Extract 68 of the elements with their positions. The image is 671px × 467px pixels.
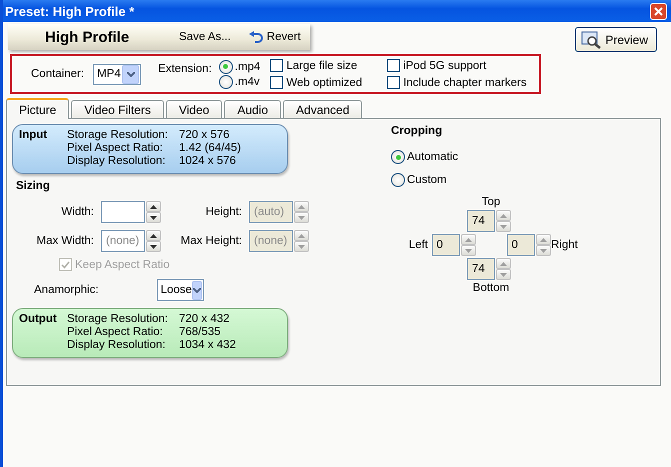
field-label: Height: (204, 206, 242, 218)
undo-arrow-icon (248, 31, 263, 43)
info-value: 1034 x 432 (179, 339, 237, 352)
container-dropdown[interactable]: MP4 (93, 64, 142, 84)
save-as-button[interactable]: Save As... (175, 31, 235, 43)
cropping-radio[interactable] (391, 150, 405, 164)
info-title: Output (19, 313, 58, 326)
info-label: Display Resolution: (67, 155, 166, 168)
close-button[interactable] (650, 2, 667, 20)
extension-radio[interactable] (218, 74, 233, 88)
number-field[interactable]: (none) (101, 230, 145, 252)
field-label: Extension: (158, 63, 212, 75)
radio-label: .mp4 (234, 60, 260, 72)
checkbox-label: Include chapter markers (403, 76, 527, 88)
cropping-radio[interactable] (391, 173, 405, 187)
magnifier-screen-icon (581, 30, 602, 48)
field-label: Width: (60, 206, 94, 218)
info-label: Pixel Aspect Ratio: (67, 326, 164, 339)
info-value: 1024 x 576 (179, 155, 237, 168)
radio-label: Custom (407, 174, 447, 186)
checkbox-label: Large file size (286, 60, 358, 72)
close-icon (654, 6, 663, 16)
spin-buttons[interactable] (146, 230, 161, 252)
info-label: Display Resolution: (67, 339, 166, 352)
section-heading: Sizing (16, 180, 51, 192)
revert-button[interactable]: Revert (244, 31, 305, 43)
info-value: 720 x 432 (179, 313, 231, 326)
number-field[interactable] (101, 201, 145, 223)
field-label: Bottom (472, 282, 510, 294)
tab[interactable]: Video (166, 100, 222, 118)
dropdown-button[interactable] (122, 64, 140, 84)
info-value: 720 x 576 (179, 129, 231, 142)
checkbox-label: Web optimized (286, 76, 362, 88)
caret-icon (126, 72, 135, 76)
field-label: Anamorphic: (34, 284, 99, 296)
checkbox[interactable] (270, 59, 284, 72)
field-label: Top (482, 196, 500, 208)
dropdown-button[interactable] (192, 280, 202, 300)
tab[interactable]: Audio (224, 100, 282, 118)
info-label: Pixel Aspect Ratio: (67, 142, 164, 155)
info-value: 768/535 (179, 326, 222, 339)
preview-button[interactable]: Preview (575, 27, 657, 52)
info-title: Input (19, 129, 48, 142)
radio-label: Automatic (407, 151, 458, 163)
field-label: Right (551, 239, 578, 251)
field-label: Max Height: (180, 235, 242, 247)
radio-label: .m4v (234, 76, 260, 88)
section-heading: Cropping (391, 125, 444, 137)
preset-name: High Profile (45, 28, 130, 46)
checkbox-label: Keep Aspect Ratio (75, 258, 170, 270)
tab[interactable]: Video Filters (71, 100, 164, 118)
window-title: Preset: High Profile * (5, 4, 134, 18)
anamorphic-dropdown[interactable]: Loose (156, 279, 204, 301)
extension-radio[interactable] (218, 60, 233, 74)
spin-buttons[interactable] (146, 201, 161, 223)
checkbox-label: iPod 5G support (403, 60, 486, 72)
caret-icon (192, 288, 201, 292)
info-label: Storage Resolution: (67, 313, 170, 326)
info-value: 1.42 (64/45) (179, 142, 242, 155)
checkbox[interactable] (387, 76, 400, 89)
info-label: Storage Resolution: (67, 129, 170, 142)
tab[interactable]: Advanced (283, 100, 362, 118)
field-label: Max Width: (35, 235, 94, 247)
checkbox[interactable] (387, 59, 400, 72)
field-label: Container: (31, 68, 84, 80)
tab[interactable]: Picture (6, 98, 70, 119)
checkbox[interactable] (270, 76, 284, 89)
field-label: Left (408, 239, 428, 251)
